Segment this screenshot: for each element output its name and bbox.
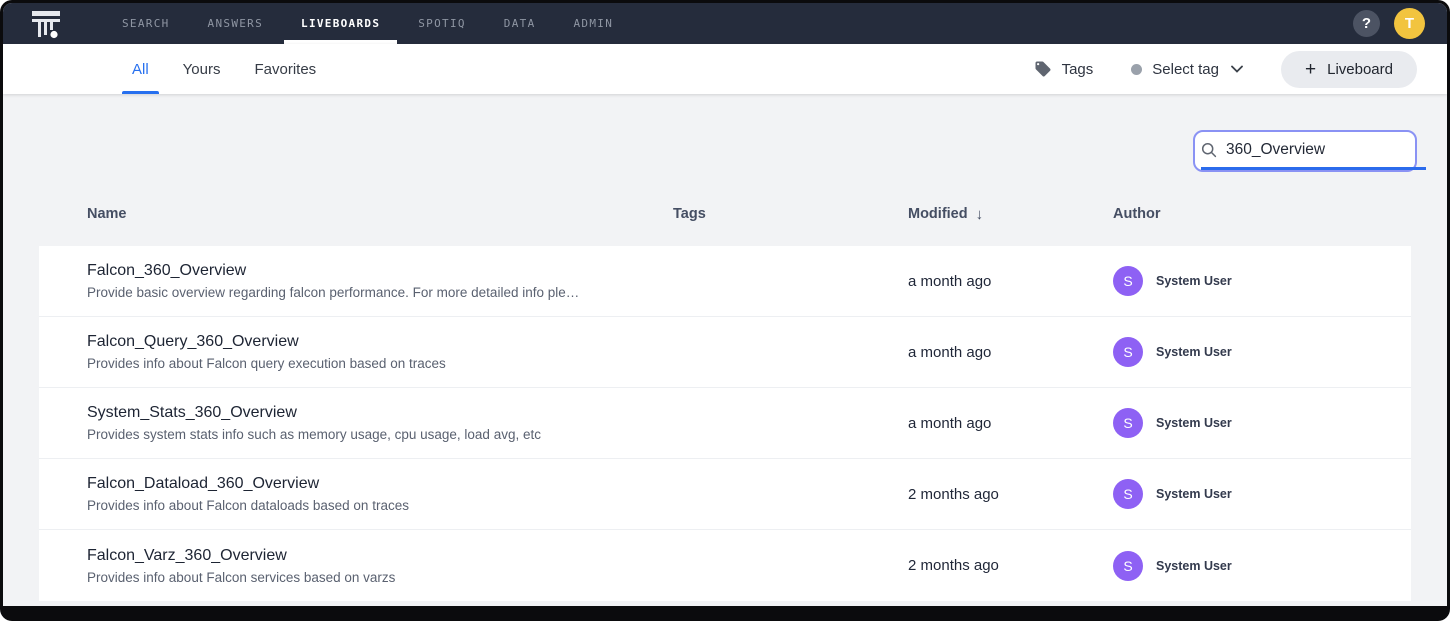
author-avatar: S: [1113, 408, 1143, 438]
liveboard-title[interactable]: Falcon_360_Overview: [87, 262, 643, 280]
liveboard-title[interactable]: Falcon_Varz_360_Overview: [87, 547, 643, 565]
liveboards-content: Name Tags Modified ↓ Author Falcon_360_O…: [3, 94, 1447, 606]
name-header-label: Name: [87, 206, 127, 222]
name-cell: Falcon_Varz_360_Overview Provides info a…: [87, 547, 673, 585]
row-modified: a month ago: [908, 344, 1113, 361]
table-row[interactable]: Falcon_Query_360_Overview Provides info …: [39, 317, 1411, 388]
liveboard-title[interactable]: Falcon_Dataload_360_Overview: [87, 475, 643, 493]
liveboard-description: Provides info about Falcon query executi…: [87, 356, 643, 371]
search-icon: [1201, 142, 1217, 158]
column-header-modified[interactable]: Modified ↓: [908, 206, 1113, 223]
author-header-label: Author: [1113, 206, 1161, 222]
nav-item-liveboards[interactable]: LIVEBOARDS: [282, 3, 399, 44]
select-tag-label: Select tag: [1152, 61, 1219, 78]
tab-favorites[interactable]: Favorites: [254, 44, 316, 94]
row-modified: 2 months ago: [908, 486, 1113, 503]
new-liveboard-label: Liveboard: [1327, 61, 1393, 78]
nav-item-answers[interactable]: ANSWERS: [189, 3, 282, 44]
tags-filter[interactable]: Tags: [1034, 60, 1094, 78]
row-author: S System User: [1113, 266, 1411, 296]
liveboard-title[interactable]: System_Stats_360_Overview: [87, 404, 643, 422]
liveboard-title[interactable]: Falcon_Query_360_Overview: [87, 333, 643, 351]
tags-header-label: Tags: [673, 206, 706, 222]
primary-nav-items: SEARCH ANSWERS LIVEBOARDS SPOTIQ DATA AD…: [103, 3, 632, 44]
liveboard-search-box: [1193, 130, 1417, 172]
name-cell: System_Stats_360_Overview Provides syste…: [87, 404, 673, 442]
liveboard-description: Provide basic overview regarding falcon …: [87, 285, 643, 300]
liveboard-description: Provides system stats info such as memor…: [87, 427, 643, 442]
author-name: System User: [1156, 487, 1232, 501]
column-header-tags[interactable]: Tags: [673, 206, 908, 222]
author-name: System User: [1156, 559, 1232, 573]
row-modified: a month ago: [908, 273, 1113, 290]
filter-tabs: All Yours Favorites: [115, 44, 333, 94]
search-input[interactable]: [1226, 141, 1426, 159]
tab-yours[interactable]: Yours: [183, 44, 221, 94]
nav-item-spotiq[interactable]: SPOTIQ: [399, 3, 485, 44]
toolbar-right-group: Tags Select tag + Liveboard: [1034, 44, 1417, 94]
liveboard-description: Provides info about Falcon services base…: [87, 570, 643, 585]
modified-header-label: Modified: [908, 206, 968, 222]
help-button[interactable]: ?: [1353, 10, 1380, 37]
sort-descending-icon: ↓: [976, 206, 984, 223]
top-nav: SEARCH ANSWERS LIVEBOARDS SPOTIQ DATA AD…: [3, 3, 1447, 44]
author-avatar: S: [1113, 337, 1143, 367]
plus-icon: +: [1305, 60, 1316, 79]
name-cell: Falcon_360_Overview Provide basic overvi…: [87, 262, 673, 300]
nav-item-data[interactable]: DATA: [485, 3, 555, 44]
liveboard-description: Provides info about Falcon dataloads bas…: [87, 498, 643, 513]
nav-item-admin[interactable]: ADMIN: [555, 3, 633, 44]
column-header-name[interactable]: Name: [87, 206, 673, 222]
author-avatar: S: [1113, 479, 1143, 509]
app-window: SEARCH ANSWERS LIVEBOARDS SPOTIQ DATA AD…: [0, 0, 1450, 621]
liveboards-toolbar: All Yours Favorites Tags Select tag: [3, 44, 1447, 94]
row-modified: a month ago: [908, 415, 1113, 432]
row-author: S System User: [1113, 551, 1411, 581]
column-header-author[interactable]: Author: [1113, 206, 1411, 222]
liveboard-list: Falcon_360_Overview Provide basic overvi…: [39, 246, 1411, 601]
row-author: S System User: [1113, 479, 1411, 509]
table-row[interactable]: System_Stats_360_Overview Provides syste…: [39, 388, 1411, 459]
tag-color-dot: [1131, 64, 1142, 75]
table-row[interactable]: Falcon_Dataload_360_Overview Provides in…: [39, 459, 1411, 530]
table-row[interactable]: Falcon_360_Overview Provide basic overvi…: [39, 246, 1411, 317]
author-avatar: S: [1113, 551, 1143, 581]
author-name: System User: [1156, 416, 1232, 430]
author-name: System User: [1156, 274, 1232, 288]
name-cell: Falcon_Query_360_Overview Provides info …: [87, 333, 673, 371]
table-row[interactable]: Falcon_Varz_360_Overview Provides info a…: [39, 530, 1411, 601]
nav-item-search[interactable]: SEARCH: [103, 3, 189, 44]
chevron-down-icon: [1231, 65, 1243, 73]
row-author: S System User: [1113, 337, 1411, 367]
author-name: System User: [1156, 345, 1232, 359]
row-author: S System User: [1113, 408, 1411, 438]
new-liveboard-button[interactable]: + Liveboard: [1281, 51, 1417, 88]
user-avatar[interactable]: T: [1394, 8, 1425, 39]
tab-all[interactable]: All: [132, 44, 149, 94]
name-cell: Falcon_Dataload_360_Overview Provides in…: [87, 475, 673, 513]
row-modified: 2 months ago: [908, 557, 1113, 574]
search-inner: [1201, 132, 1426, 170]
table-header: Name Tags Modified ↓ Author: [39, 202, 1411, 226]
tags-label: Tags: [1062, 61, 1094, 78]
nav-right-group: ? T: [1353, 3, 1447, 44]
thoughtspot-logo-icon[interactable]: [31, 8, 61, 40]
tag-icon: [1034, 60, 1052, 78]
select-tag-dropdown[interactable]: Select tag: [1131, 61, 1243, 78]
search-row: [3, 94, 1447, 172]
author-avatar: S: [1113, 266, 1143, 296]
